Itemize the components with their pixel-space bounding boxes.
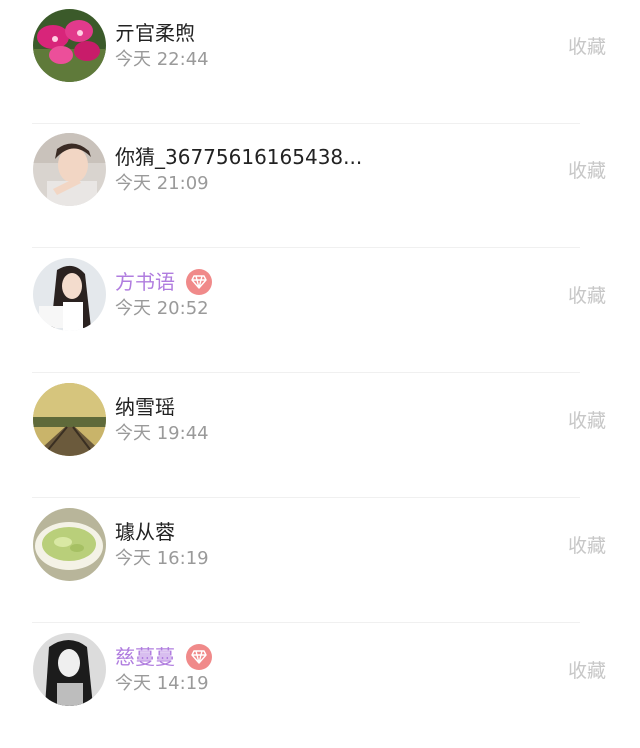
list-item[interactable]: 纳雪瑶 今天 19:44 收藏 xyxy=(0,374,640,498)
black-white-girl-avatar[interactable] xyxy=(33,633,106,706)
list-item[interactable]: 璩从蓉 今天 16:19 收藏 xyxy=(0,499,640,623)
divider xyxy=(32,372,580,373)
vip-diamond-badge-icon xyxy=(186,269,212,295)
favorite-button[interactable]: 收藏 xyxy=(568,409,606,433)
list-item[interactable]: 慈蔓蔓 今天 14:19 收藏 xyxy=(0,624,640,748)
list-item[interactable]: 亓官柔煦 今天 22:44 收藏 xyxy=(0,0,640,124)
favorite-button[interactable]: 收藏 xyxy=(568,659,606,683)
orchid-flower-avatar[interactable] xyxy=(33,9,106,82)
vip-diamond-badge-icon xyxy=(186,644,212,670)
visitor-list: 亓官柔煦 今天 22:44 收藏 你猜_36775616165438... 今天… xyxy=(0,0,640,720)
user-name[interactable]: 璩从蓉 xyxy=(115,519,175,545)
green-soup-bowl-avatar[interactable] xyxy=(33,508,106,581)
list-item[interactable]: 你猜_36775616165438... 今天 21:09 收藏 xyxy=(0,124,640,248)
list-item[interactable]: 方书语 今天 20:52 收藏 xyxy=(0,249,640,373)
favorite-button[interactable]: 收藏 xyxy=(568,159,606,183)
visit-time: 今天 22:44 xyxy=(115,49,209,70)
divider xyxy=(32,247,580,248)
railway-landscape-avatar[interactable] xyxy=(33,383,106,456)
long-hair-girl-avatar[interactable] xyxy=(33,258,106,331)
visit-time: 今天 14:19 xyxy=(115,673,209,694)
user-name[interactable]: 亓官柔煦 xyxy=(115,20,195,46)
user-name[interactable]: 慈蔓蔓 xyxy=(115,644,175,670)
young-man-avatar[interactable] xyxy=(33,133,106,206)
user-name[interactable]: 你猜_36775616165438... xyxy=(115,144,362,170)
favorite-button[interactable]: 收藏 xyxy=(568,35,606,59)
user-name[interactable]: 方书语 xyxy=(115,269,175,295)
favorite-button[interactable]: 收藏 xyxy=(568,284,606,308)
visit-time: 今天 20:52 xyxy=(115,298,209,319)
visit-time: 今天 21:09 xyxy=(115,173,209,194)
favorite-button[interactable]: 收藏 xyxy=(568,534,606,558)
user-name[interactable]: 纳雪瑶 xyxy=(115,394,175,420)
visit-time: 今天 16:19 xyxy=(115,548,209,569)
divider xyxy=(32,497,580,498)
divider xyxy=(32,622,580,623)
visit-time: 今天 19:44 xyxy=(115,423,209,444)
